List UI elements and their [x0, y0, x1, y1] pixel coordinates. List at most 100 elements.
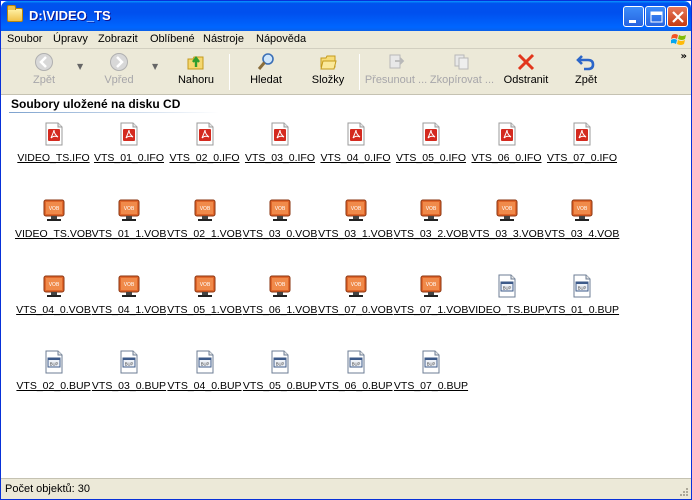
menu-nastroje[interactable]: Nástroje — [203, 33, 244, 45]
file-item[interactable]: VTS_07_0.IFO — [545, 117, 620, 193]
file-name: VIDEO_TS.VOB — [14, 228, 93, 240]
pdf-file-icon — [422, 122, 440, 146]
svg-text:BUP: BUP — [276, 362, 285, 367]
file-item[interactable]: VOB VTS_03_4.VOB — [545, 193, 620, 269]
vob-media-icon: VOB — [269, 199, 291, 221]
close-button[interactable] — [667, 6, 688, 27]
file-item[interactable]: VTS_03_0.IFO — [243, 117, 318, 193]
vob-media-icon: VOB — [43, 275, 64, 297]
delete-button[interactable]: Odstranit — [498, 52, 554, 92]
file-item[interactable]: BUP VTS_02_0.BUP — [16, 345, 91, 421]
back-dropdown-chevron-icon[interactable]: ▼ — [77, 62, 83, 71]
file-item[interactable]: VOB VIDEO_TS.VOB — [14, 193, 93, 269]
file-item[interactable]: VOB VTS_04_1.VOB — [92, 269, 167, 345]
menu-soubor[interactable]: Soubor — [7, 33, 42, 45]
maximize-icon — [650, 11, 663, 23]
svg-text:VOB: VOB — [275, 282, 286, 288]
file-item[interactable]: VOB VTS_03_3.VOB — [469, 193, 544, 269]
file-item[interactable]: VOB VTS_06_1.VOB — [243, 269, 318, 345]
bup-file-icon: BUP — [498, 274, 515, 298]
file-item[interactable]: VIDEO_TS.IFO — [16, 117, 91, 193]
file-name: VTS_04_0.VOB — [16, 304, 91, 316]
svg-text:BUP: BUP — [200, 362, 209, 367]
file-item[interactable]: VTS_02_0.IFO — [167, 117, 242, 193]
file-name: VTS_06_1.VOB — [242, 304, 318, 316]
file-item[interactable]: VTS_04_0.IFO — [318, 117, 393, 193]
file-item[interactable]: BUP VTS_01_0.BUP — [545, 269, 620, 345]
menu-zobrazit[interactable]: Zobrazit — [98, 33, 138, 45]
pdf-file-icon — [271, 122, 289, 146]
svg-text:VOB: VOB — [199, 282, 210, 288]
maximize-button[interactable] — [645, 6, 666, 27]
menu-napoveda[interactable]: Nápověda — [256, 33, 306, 45]
file-item[interactable]: VOB VTS_01_1.VOB — [92, 193, 167, 269]
file-item[interactable]: VOB VTS_03_0.VOB — [243, 193, 318, 269]
search-button[interactable]: Hledat — [241, 52, 291, 92]
file-item[interactable]: VTS_01_0.IFO — [92, 117, 167, 193]
vob-media-icon: VOB — [118, 199, 140, 221]
title-bar[interactable]: D:\VIDEO_TS — [1, 1, 691, 31]
file-item[interactable]: VOB VTS_07_0.VOB — [318, 269, 393, 345]
back-button[interactable]: Zpět — [19, 52, 69, 92]
search-icon — [257, 53, 274, 70]
menu-oblibene[interactable]: Oblíbené — [150, 33, 195, 45]
svg-text:BUP: BUP — [351, 362, 360, 367]
file-item[interactable]: BUP VTS_07_0.BUP — [394, 345, 469, 421]
file-name: VTS_04_1.VOB — [91, 304, 167, 316]
file-item[interactable]: VOB VTS_04_0.VOB — [16, 269, 91, 345]
file-name: VIDEO_TS.IFO — [17, 152, 90, 164]
bup-file-icon: BUP — [120, 350, 138, 374]
resize-grip-icon[interactable] — [678, 486, 689, 497]
file-item[interactable]: VOB VTS_02_1.VOB — [167, 193, 242, 269]
file-name: VTS_02_0.BUP — [16, 380, 91, 392]
bup-file-icon: BUP — [271, 350, 289, 374]
svg-text:VOB: VOB — [577, 206, 588, 212]
minimize-icon — [629, 20, 636, 23]
forward-button[interactable]: Vpřed — [94, 52, 144, 92]
file-item[interactable]: VTS_05_0.IFO — [394, 117, 469, 193]
svg-text:VOB: VOB — [426, 282, 437, 288]
back-arrow-icon — [35, 53, 53, 71]
file-name: VTS_03_2.VOB — [393, 228, 469, 240]
file-name: VTS_02_0.IFO — [169, 152, 240, 164]
forward-dropdown-chevron-icon[interactable]: ▼ — [152, 62, 158, 71]
file-item[interactable]: BUP VTS_06_0.BUP — [318, 345, 393, 421]
file-item[interactable]: VOB VTS_03_2.VOB — [394, 193, 469, 269]
folders-icon — [320, 55, 337, 70]
vob-media-icon: VOB — [269, 275, 291, 297]
file-item[interactable]: VOB VTS_07_1.VOB — [394, 269, 469, 345]
minimize-button[interactable] — [623, 6, 644, 27]
move-to-icon — [389, 54, 405, 69]
file-item[interactable]: BUP VIDEO_TS.BUP — [468, 269, 545, 345]
bup-file-icon: BUP — [196, 350, 213, 374]
svg-text:VOB: VOB — [124, 282, 135, 288]
move-to-button[interactable]: Přesunout ... — [363, 52, 429, 92]
file-item[interactable]: VOB VTS_03_1.VOB — [318, 193, 393, 269]
file-name: VTS_03_3.VOB — [469, 228, 544, 240]
folder-up-icon — [187, 56, 204, 70]
pdf-file-icon — [120, 122, 138, 146]
vob-media-icon: VOB — [420, 275, 442, 297]
copy-to-button[interactable]: Zkopírovat ... — [429, 52, 495, 92]
file-name: VTS_04_0.BUP — [167, 380, 242, 392]
file-item[interactable]: BUP VTS_05_0.BUP — [243, 345, 318, 421]
windows-logo-icon — [671, 34, 686, 45]
file-item[interactable]: VTS_06_0.IFO — [469, 117, 544, 193]
section-title: Soubory uložené na disku CD — [11, 97, 181, 111]
undo-button[interactable]: Zpět — [563, 52, 609, 92]
file-view[interactable]: Soubory uložené na disku CD VIDEO_TS.IFO… — [1, 95, 691, 475]
file-name: VTS_02_1.VOB — [167, 228, 242, 240]
file-item[interactable]: BUP VTS_03_0.BUP — [92, 345, 167, 421]
close-icon — [672, 11, 684, 23]
file-item[interactable]: VOB VTS_05_1.VOB — [167, 269, 242, 345]
up-button[interactable]: Nahoru — [171, 52, 221, 92]
file-name: VTS_05_0.IFO — [395, 152, 467, 164]
vob-media-icon: VOB — [345, 199, 366, 221]
toolbar-overflow-chevron-icon[interactable]: » — [681, 51, 687, 62]
file-item[interactable]: BUP VTS_04_0.BUP — [167, 345, 242, 421]
file-name: VTS_03_0.BUP — [91, 380, 167, 392]
bup-file-icon: BUP — [422, 350, 440, 374]
file-name: VTS_03_0.VOB — [242, 228, 318, 240]
folders-button[interactable]: Složky — [303, 52, 353, 92]
menu-upravy[interactable]: Úpravy — [53, 33, 88, 45]
